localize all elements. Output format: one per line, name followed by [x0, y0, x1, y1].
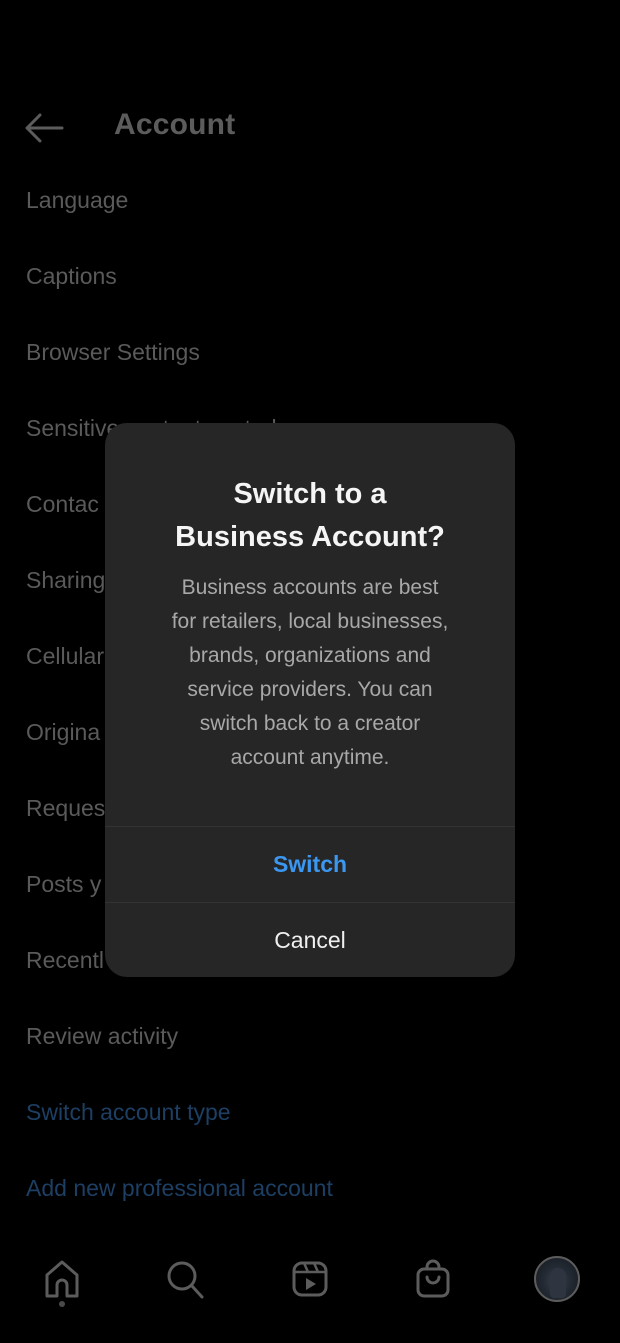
dialog-message-line: service providers. You can	[187, 678, 433, 701]
switch-button[interactable]: Switch	[105, 826, 515, 902]
dialog-message-line: switch back to a creator	[199, 712, 421, 735]
dialog-title: Switch to a Business Account?	[105, 473, 515, 559]
dialog-message: Business accounts are best for retailers…	[105, 571, 515, 775]
dialog-message-line: for retailers, local businesses,	[171, 610, 449, 633]
dialog-title-line-2: Business Account?	[175, 521, 445, 553]
cancel-button[interactable]: Cancel	[105, 902, 515, 977]
dialog-message-line: brands, organizations and	[189, 644, 431, 667]
dialog-message-line: Business accounts are best	[181, 576, 439, 599]
switch-business-account-dialog: Switch to a Business Account? Business a…	[105, 423, 515, 977]
dialog-message-line: account anytime.	[230, 746, 390, 769]
dialog-title-line-1: Switch to a	[233, 478, 387, 510]
account-settings-screen: Account Language Captions Browser Settin…	[0, 0, 620, 1343]
